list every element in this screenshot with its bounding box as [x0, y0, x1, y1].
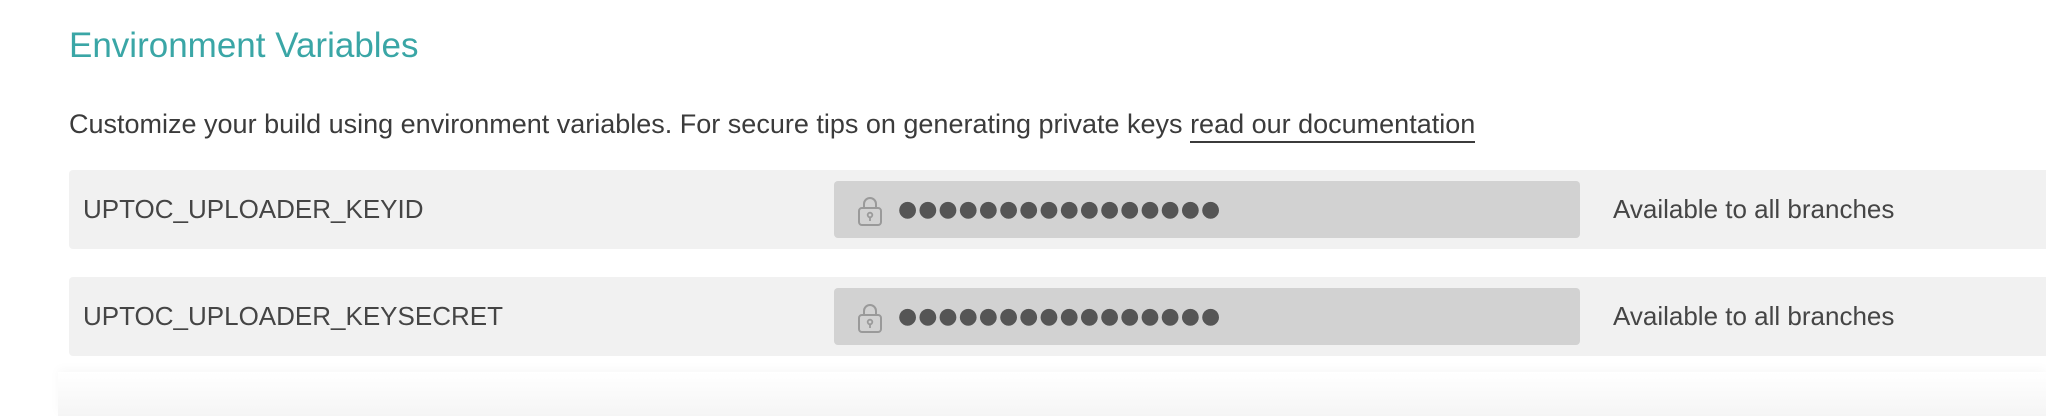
bottom-panel-edge	[58, 372, 2046, 416]
lock-icon	[858, 304, 882, 333]
env-var-row: UPTOC_UPLOADER_KEYSECRET ●●●●●●●●●●●●●●●…	[69, 277, 2046, 356]
env-var-name: UPTOC_UPLOADER_KEYSECRET	[83, 301, 503, 331]
section-description: Customize your build using environment v…	[69, 104, 1476, 144]
documentation-link[interactable]: read our documentation	[1190, 109, 1476, 143]
description-text: Customize your build using environment v…	[69, 109, 1191, 139]
env-var-value-field[interactable]: ●●●●●●●●●●●●●●●●	[834, 181, 1580, 238]
masked-value: ●●●●●●●●●●●●●●●●	[898, 197, 1222, 222]
env-var-row: UPTOC_UPLOADER_KEYID ●●●●●●●●●●●●●●●● Av…	[69, 170, 2046, 249]
section-title: Environment Variables	[69, 26, 419, 65]
masked-value: ●●●●●●●●●●●●●●●●	[898, 304, 1222, 329]
lock-icon	[858, 197, 882, 226]
branch-availability: Available to all branches	[1613, 301, 1895, 331]
env-var-value-field[interactable]: ●●●●●●●●●●●●●●●●	[834, 288, 1580, 345]
branch-availability: Available to all branches	[1613, 194, 1895, 224]
env-var-name: UPTOC_UPLOADER_KEYID	[83, 194, 424, 224]
